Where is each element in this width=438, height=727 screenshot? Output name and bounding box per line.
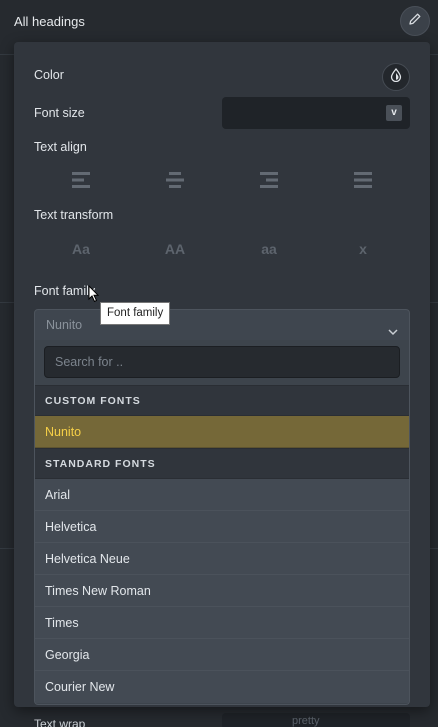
- color-picker-button[interactable]: [382, 63, 410, 91]
- font-family-tooltip: Font family: [100, 302, 171, 325]
- align-right-icon: [260, 171, 278, 194]
- text-align-label: Text align: [34, 140, 87, 154]
- align-left-button[interactable]: [34, 170, 128, 194]
- transform-capitalize-button[interactable]: Aa: [34, 238, 128, 260]
- transform-lowercase-button[interactable]: aa: [222, 238, 316, 260]
- font-option-helvetica[interactable]: Helvetica: [35, 511, 409, 543]
- font-size-input[interactable]: v: [222, 97, 410, 129]
- align-justify-button[interactable]: [316, 170, 410, 194]
- mouse-cursor-icon: [88, 284, 100, 308]
- transform-none-button[interactable]: x: [316, 238, 410, 260]
- font-option-arial[interactable]: Arial: [35, 479, 409, 511]
- font-option-courier-new[interactable]: Courier New: [35, 671, 409, 703]
- custom-fonts-header: CUSTOM FONTS: [35, 385, 409, 416]
- font-family-select[interactable]: Nunito: [34, 309, 410, 341]
- header-title: All headings: [14, 13, 85, 29]
- transform-uppercase-button[interactable]: AA: [128, 238, 222, 260]
- font-option-times-new-roman[interactable]: Times New Roman: [35, 575, 409, 607]
- panel-header: All headings: [0, 0, 438, 42]
- edit-button[interactable]: [400, 6, 430, 36]
- font-search-wrapper: [35, 340, 409, 385]
- pencil-icon: [408, 12, 422, 31]
- text-transform-label: Text transform: [34, 208, 114, 222]
- font-size-unit-button[interactable]: v: [386, 105, 402, 121]
- text-wrap-label: Text wrap: [34, 717, 86, 727]
- align-center-button[interactable]: [128, 170, 222, 194]
- font-family-dropdown: CUSTOM FONTS Nunito STANDARD FONTS Arial…: [34, 340, 410, 705]
- standard-fonts-header: STANDARD FONTS: [35, 448, 409, 479]
- align-left-icon: [72, 171, 90, 194]
- font-search-input[interactable]: [44, 346, 400, 378]
- text-wrap-select[interactable]: pretty: [222, 713, 410, 727]
- color-label: Color: [34, 68, 64, 82]
- text-transform-group: Aa AA aa x: [34, 238, 410, 260]
- droplet-icon: [390, 67, 402, 87]
- font-size-label: Font size: [34, 106, 85, 120]
- font-family-value: Nunito: [46, 318, 83, 332]
- align-right-button[interactable]: [222, 170, 316, 194]
- font-family-label: Font family: [34, 284, 96, 298]
- align-justify-icon: [354, 171, 372, 194]
- font-option-georgia[interactable]: Georgia: [35, 639, 409, 671]
- font-option-times[interactable]: Times: [35, 607, 409, 639]
- font-option-helvetica-neue[interactable]: Helvetica Neue: [35, 543, 409, 575]
- font-option-nunito[interactable]: Nunito: [35, 416, 409, 448]
- text-align-group: [34, 170, 410, 194]
- align-center-icon: [166, 171, 184, 194]
